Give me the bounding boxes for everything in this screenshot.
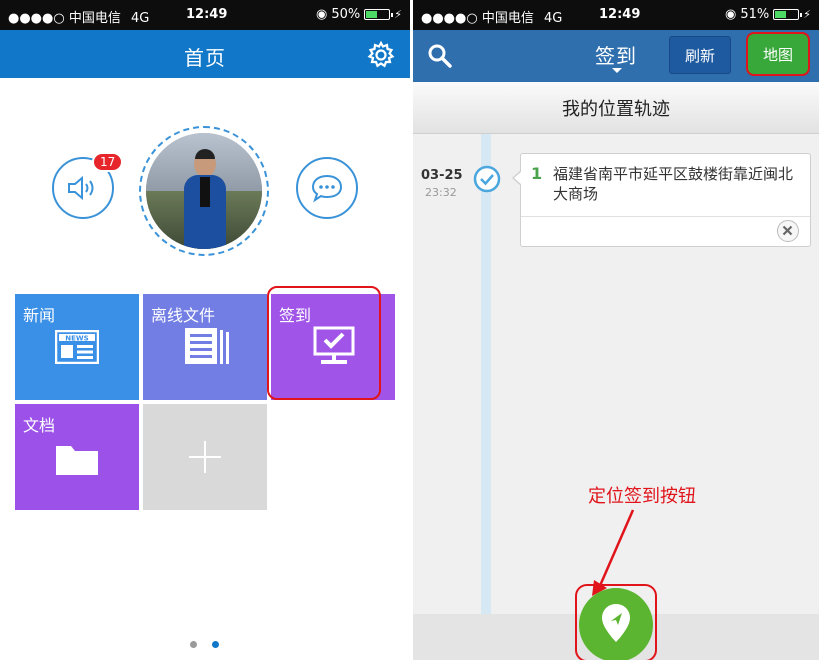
tile-news[interactable]: 新闻 NEWS	[15, 294, 139, 400]
title-dropdown-icon[interactable]	[612, 68, 622, 73]
news-icon: NEWS	[55, 330, 99, 364]
location-icon: ◉	[725, 7, 737, 22]
card-divider	[521, 216, 810, 217]
location-trail-header: 我的位置轨迹	[413, 82, 819, 134]
annotation-label: 定位签到按钮	[588, 486, 696, 507]
tile-add[interactable]	[143, 404, 267, 510]
plus-icon	[189, 441, 221, 473]
checkin-highlight	[267, 286, 381, 400]
search-icon[interactable]	[427, 43, 453, 69]
home-screen: ●●●●○ 中国电信 4G 12:49 ◉ 50% ⚡ 首页 17 新闻 NEW…	[0, 0, 410, 660]
tile-documents-label: 文档	[23, 416, 56, 435]
clock: 12:49	[599, 7, 641, 22]
location-entry-card[interactable]: 1 福建省南平市延平区鼓楼街靠近闽北大商场	[512, 153, 811, 247]
messages-button[interactable]	[296, 157, 358, 219]
svg-text:NEWS: NEWS	[65, 334, 88, 342]
page-dot-1[interactable]	[190, 641, 197, 648]
speaker-icon	[68, 175, 94, 201]
tile-offline-files[interactable]: 离线文件	[143, 294, 267, 400]
entry-address: 福建省南平市延平区鼓楼街靠近闽北大商场	[553, 165, 794, 203]
battery-icon	[364, 9, 394, 20]
battery-percent: 50%	[331, 7, 361, 22]
network-label: 4G	[544, 11, 563, 26]
carrier-label: ●●●●○ 中国电信	[421, 11, 534, 26]
notification-badge: 17	[92, 152, 124, 172]
tile-news-label: 新闻	[23, 306, 56, 325]
top-navbar: 首页	[0, 30, 410, 78]
clock: 12:49	[186, 7, 228, 22]
charging-icon: ⚡	[803, 8, 811, 21]
page-dot-2[interactable]	[212, 641, 219, 648]
timeline-line	[481, 134, 491, 614]
top-navbar: 签到 刷新 地图	[413, 30, 819, 82]
status-bar: ●●●●○ 中国电信 4G 12:49 ◉ 50% ⚡	[0, 0, 410, 30]
gear-icon[interactable]	[366, 40, 396, 70]
network-label: 4G	[131, 11, 150, 26]
entry-index: 1	[531, 164, 543, 183]
close-icon[interactable]	[777, 220, 799, 242]
battery-icon	[773, 9, 803, 20]
charging-icon: ⚡	[394, 8, 402, 21]
tile-documents[interactable]: 文档	[15, 404, 139, 510]
entry-time: 23:32	[425, 186, 457, 199]
checkin-screen: ●●●●○ 中国电信 4G 12:49 ◉ 51% ⚡ 签到 刷新 地图 我的位…	[413, 0, 819, 660]
chat-bubble-icon	[311, 174, 343, 203]
map-button-highlight	[746, 32, 810, 76]
avatar[interactable]	[139, 126, 269, 256]
checkin-button-highlight	[575, 584, 657, 660]
tile-offline-files-label: 离线文件	[151, 306, 216, 325]
location-icon: ◉	[316, 7, 328, 22]
carrier-label: ●●●●○ 中国电信	[8, 11, 121, 26]
page-title: 首页	[184, 46, 226, 70]
page-title[interactable]: 签到	[595, 40, 637, 69]
refresh-button[interactable]: 刷新	[669, 36, 731, 74]
folder-icon	[56, 446, 98, 475]
check-circle-icon	[473, 165, 501, 193]
document-stack-icon	[185, 328, 229, 364]
status-bar: ●●●●○ 中国电信 4G 12:49 ◉ 51% ⚡	[413, 0, 819, 30]
entry-date: 03-25	[421, 168, 463, 183]
battery-percent: 51%	[740, 7, 770, 22]
